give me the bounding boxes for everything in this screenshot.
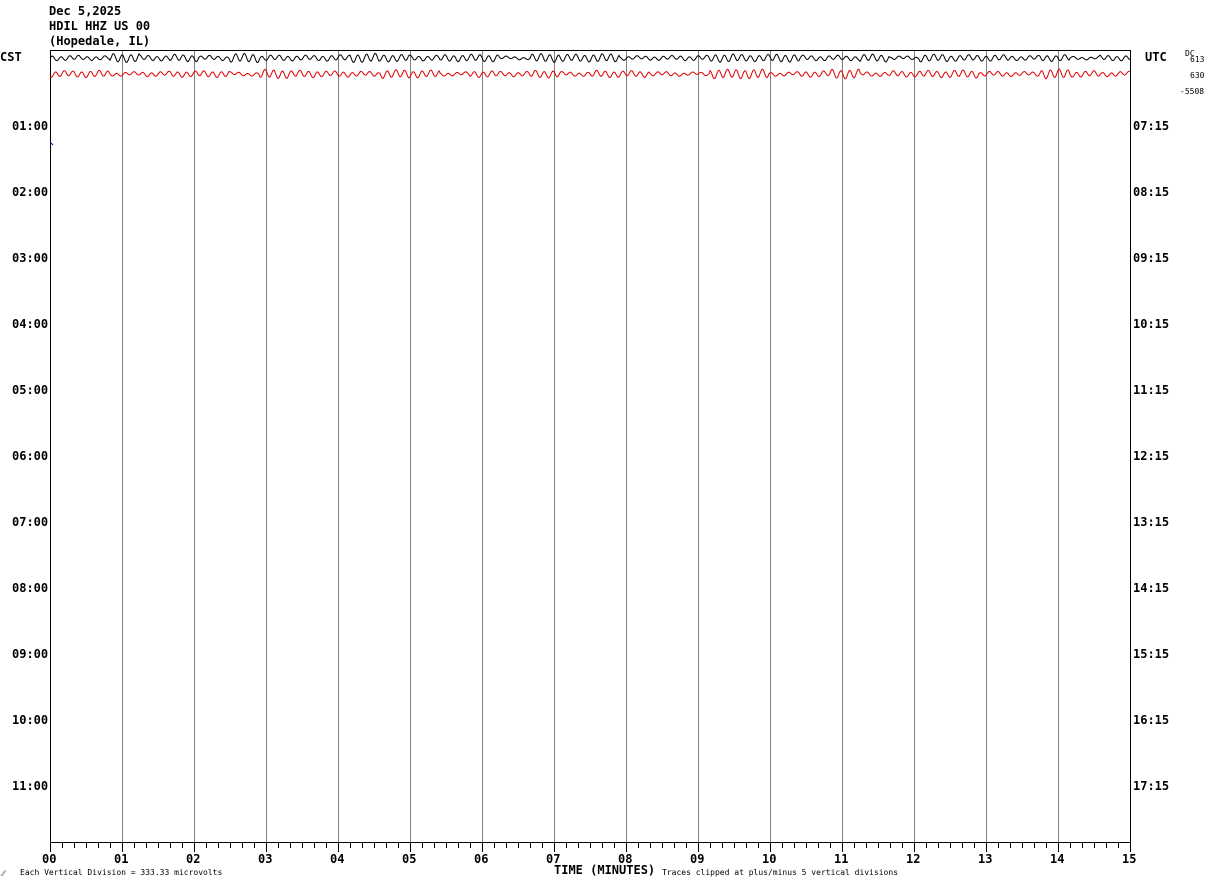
x-tick-label: 13 xyxy=(978,852,993,866)
seismic-trace-row-1 xyxy=(49,52,1131,64)
x-tick-label: 04 xyxy=(330,852,345,866)
x-tick-label: 10 xyxy=(762,852,777,866)
x-tick-label: 15 xyxy=(1122,852,1137,866)
x-tick-label: 02 xyxy=(186,852,201,866)
x-tick-label: 06 xyxy=(474,852,489,866)
x-tick-label: 01 xyxy=(114,852,129,866)
seismic-trace-row-2 xyxy=(49,68,1131,80)
x-tick-label: 14 xyxy=(1050,852,1065,866)
x-axis-ticks xyxy=(50,842,1131,852)
x-tick-label: 05 xyxy=(402,852,417,866)
trace-group xyxy=(49,52,1131,146)
trace-start-marker xyxy=(50,142,54,146)
x-tick-label: 00 xyxy=(42,852,57,866)
vertical-division-note: Each Vertical Division = 333.33 microvol… xyxy=(20,868,223,877)
seismogram-plot xyxy=(49,50,1131,852)
grid-lines xyxy=(50,50,1131,843)
clipping-note: Traces clipped at plus/minus 5 vertical … xyxy=(662,868,899,877)
x-tick-label: 09 xyxy=(690,852,705,866)
x-axis-label: TIME (MINUTES) xyxy=(554,863,656,877)
corner-mark: ⁄⁄ xyxy=(2,869,5,878)
x-tick-label: 11 xyxy=(834,852,849,866)
x-tick-label: 12 xyxy=(906,852,921,866)
x-tick-label: 03 xyxy=(258,852,273,866)
